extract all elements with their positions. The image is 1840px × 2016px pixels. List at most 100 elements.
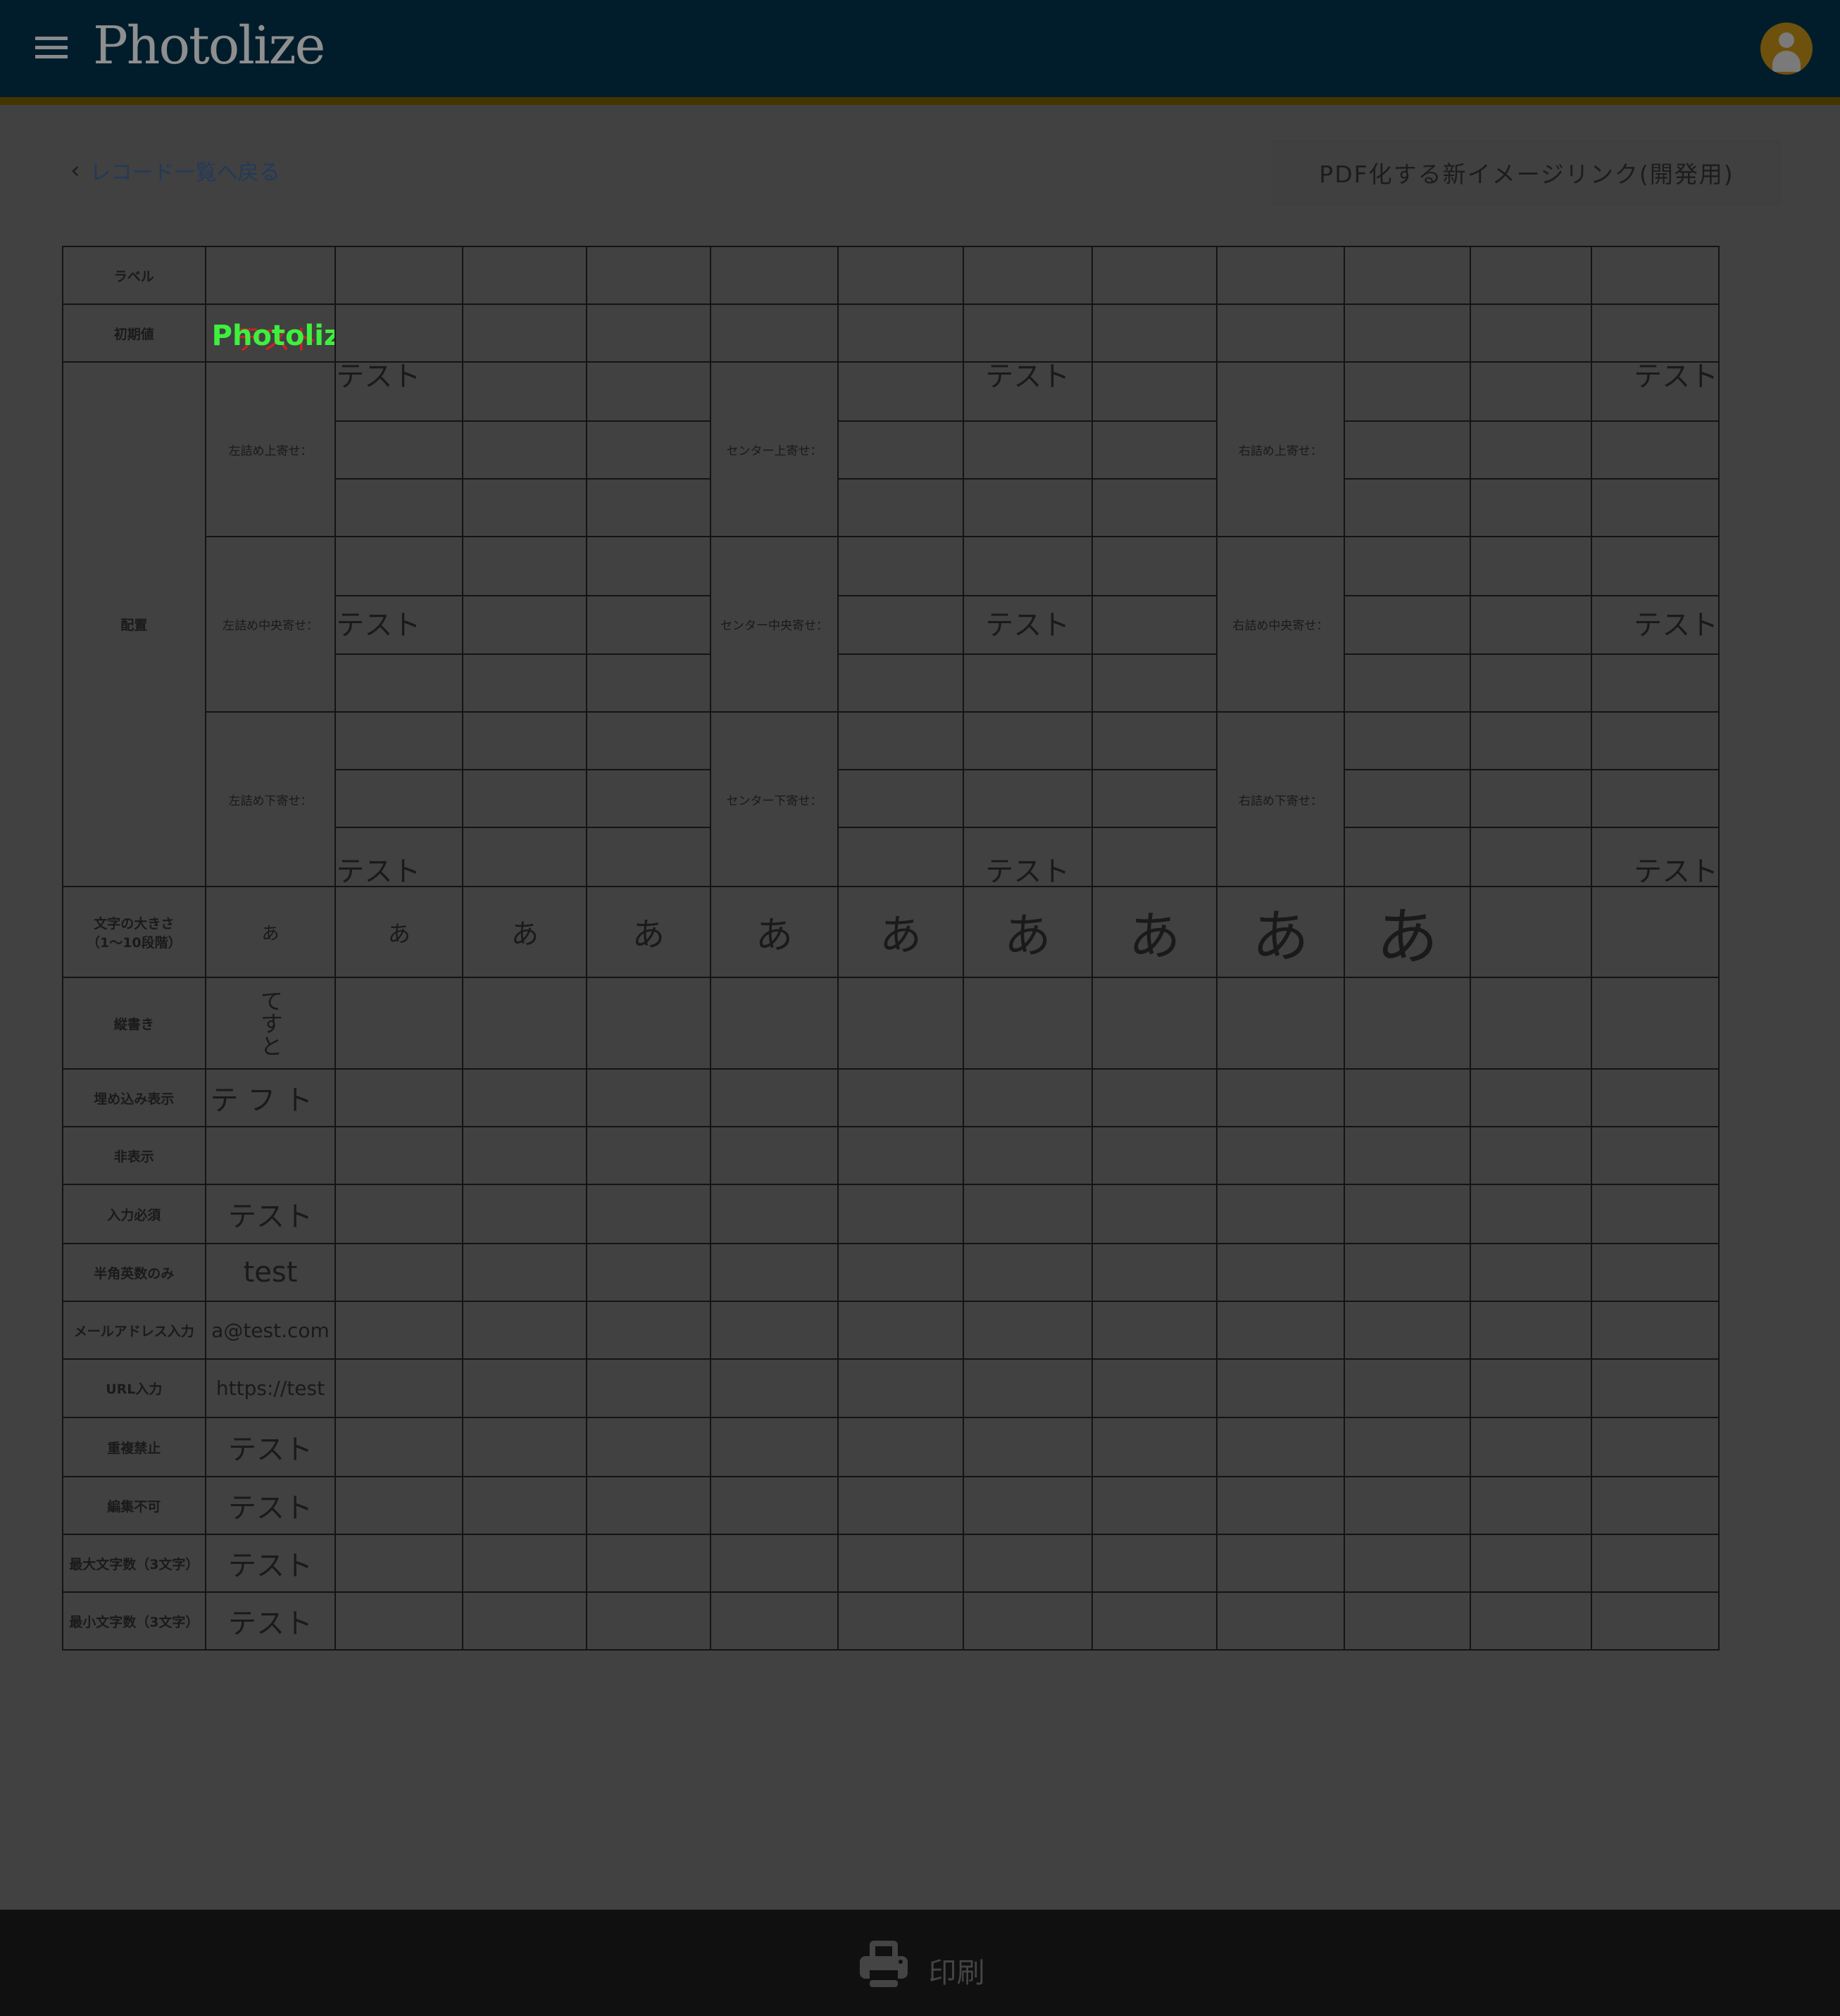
font-size-sample: あ	[462, 886, 588, 978]
empty-cell	[1091, 303, 1218, 363]
empty-cell	[962, 1358, 1093, 1418]
alignment-sample-text[interactable]: テスト	[962, 827, 1093, 887]
empty-cell	[1091, 595, 1218, 655]
empty-cell	[1091, 1301, 1218, 1360]
empty-cell	[1591, 1534, 1720, 1593]
empty-cell	[1470, 769, 1592, 828]
empty-cell	[1470, 827, 1592, 887]
empty-cell	[1470, 653, 1592, 713]
empty-cell	[1343, 827, 1471, 887]
empty-cell	[334, 1243, 464, 1302]
empty-cell	[1216, 1534, 1345, 1593]
alignment-label: センター上寄せ：	[709, 361, 839, 537]
alignment-sample-text[interactable]: テスト	[962, 361, 1093, 422]
row-label: 非表示	[62, 1126, 206, 1185]
alignment-sample-text[interactable]: テスト	[1591, 827, 1720, 887]
empty-cell	[586, 595, 711, 655]
alignment-sample-text[interactable]: テスト	[334, 827, 463, 887]
row-label: 縦書き	[62, 977, 206, 1070]
print-button[interactable]: 印刷	[0, 1910, 1840, 2016]
empty-cell	[586, 1301, 711, 1360]
empty-cell	[1343, 653, 1471, 713]
empty-cell	[709, 1184, 839, 1244]
field-row: 半角英数のみ test	[62, 1243, 1839, 1302]
row-label: 文字の大きさ （1～10段階）	[62, 886, 206, 978]
empty-cell	[462, 420, 587, 480]
field-value[interactable]	[204, 1126, 337, 1185]
empty-cell	[586, 977, 711, 1070]
hamburger-icon[interactable]	[35, 37, 68, 61]
header-accent-line	[0, 97, 1840, 105]
alignment-sample-text[interactable]: テスト	[334, 361, 463, 422]
app-header: Photolize	[0, 0, 1840, 97]
field-value[interactable]: テスト	[204, 1476, 337, 1535]
field-value[interactable]: テスト	[204, 1534, 337, 1593]
empty-cell	[1343, 595, 1471, 655]
empty-cell	[334, 1126, 464, 1185]
empty-cell	[962, 303, 1093, 363]
empty-cell	[1216, 1591, 1345, 1651]
empty-cell	[586, 1184, 711, 1244]
empty-cell	[962, 1301, 1093, 1360]
app-logo[interactable]: Photolize	[93, 15, 325, 76]
initial-value-cell[interactable]: テストPhotolize	[204, 303, 337, 363]
field-value[interactable]: テスト	[204, 1591, 337, 1651]
empty-cell	[709, 1126, 839, 1185]
row-label: メールアドレス入力	[62, 1301, 206, 1360]
empty-cell	[586, 303, 711, 363]
font-size-sample: あ	[1216, 886, 1345, 978]
empty-cell	[462, 1358, 588, 1418]
empty-cell	[1343, 1417, 1472, 1477]
empty-cell	[1470, 1301, 1593, 1360]
back-to-records-link[interactable]: ‹ レコード一覧へ戻る	[70, 155, 280, 186]
empty-cell	[1470, 1068, 1593, 1127]
alignment-sample-text[interactable]: テスト	[1591, 361, 1720, 422]
field-value[interactable]: https://test	[204, 1358, 337, 1418]
row-label: 埋め込み表示	[62, 1068, 206, 1127]
empty-cell	[1343, 1243, 1472, 1302]
empty-cell	[1343, 1358, 1472, 1418]
empty-cell	[586, 711, 711, 770]
empty-cell	[586, 1591, 711, 1651]
empty-cell	[1091, 1591, 1218, 1651]
font-size-sample: あ	[837, 886, 964, 978]
row-label: 半角英数のみ	[62, 1243, 206, 1302]
field-value[interactable]: テ フ ト	[204, 1068, 337, 1127]
empty-cell	[1343, 1126, 1472, 1185]
empty-cell	[1470, 1534, 1593, 1593]
field-value[interactable]: テスト	[204, 1184, 337, 1244]
empty-cell	[586, 1534, 711, 1593]
empty-cell	[1091, 653, 1218, 713]
empty-cell	[962, 478, 1093, 537]
empty-cell	[1591, 1243, 1720, 1302]
field-value[interactable]: a@test.com	[204, 1301, 337, 1360]
empty-cell	[1591, 1068, 1720, 1127]
field-value[interactable]: test	[204, 1243, 337, 1302]
printer-icon	[859, 1940, 908, 1987]
alignment-sample-text[interactable]: テスト	[962, 595, 1093, 655]
vertical-text-cell[interactable]: てすと	[204, 977, 337, 1070]
user-avatar[interactable]	[1760, 23, 1813, 75]
alignment-label: 左詰め下寄せ：	[204, 711, 337, 887]
empty-cell	[962, 1534, 1093, 1593]
row-label: 最小文字数（3文字）	[62, 1591, 206, 1651]
empty-cell	[837, 361, 964, 422]
alignment-sample-text[interactable]: テスト	[1591, 595, 1720, 655]
empty-cell	[1591, 977, 1720, 1070]
empty-cell	[837, 711, 964, 770]
empty-cell	[462, 827, 587, 887]
empty-cell	[1091, 1358, 1218, 1418]
font-size-range: （1～10段階）	[86, 934, 182, 951]
font-size-sample: あ	[1343, 886, 1472, 978]
empty-cell	[1343, 1534, 1472, 1593]
row-label: 最大文字数（3文字）	[62, 1534, 206, 1593]
alignment-sample-text[interactable]: テスト	[334, 595, 463, 655]
pdf-image-link-button[interactable]: PDF化する新イメージリンク(開発用)	[1273, 141, 1780, 204]
placement-row: 配置 左詰め上寄せ： テスト センター上寄せ： テスト 右詰め上寄せ： テスト	[62, 361, 1839, 887]
placement-label: 配置	[62, 361, 206, 887]
empty-cell	[837, 827, 964, 887]
empty-cell	[1091, 1184, 1218, 1244]
empty-cell	[1591, 536, 1720, 596]
empty-cell	[1591, 1358, 1720, 1418]
field-value[interactable]: テスト	[204, 1417, 337, 1477]
